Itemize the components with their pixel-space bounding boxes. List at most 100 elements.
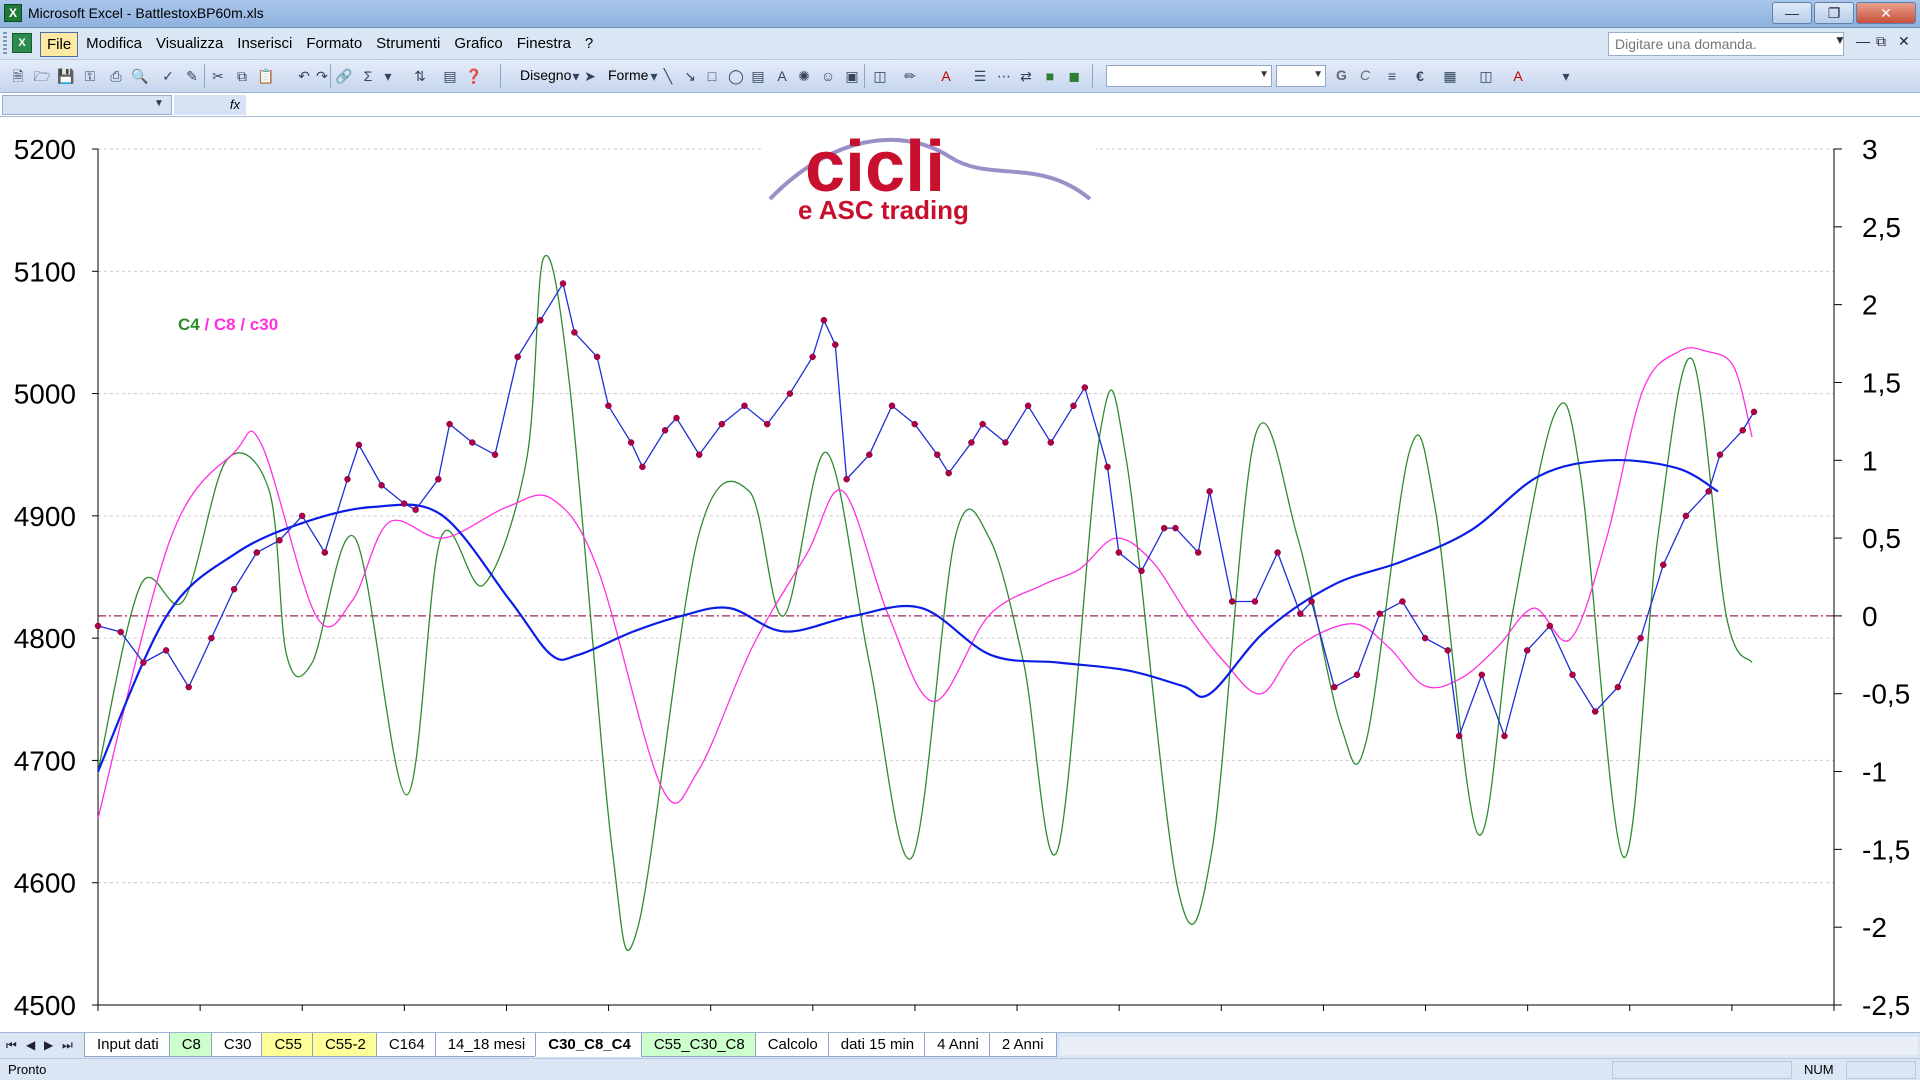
- clipart-icon[interactable]: ☺: [818, 66, 838, 86]
- sheet-tab[interactable]: dati 15 min: [827, 1033, 928, 1057]
- font-size-arrow-icon[interactable]: ▼: [1313, 69, 1323, 80]
- wordart-icon[interactable]: A: [772, 66, 792, 86]
- rectangle-tool-icon[interactable]: □: [702, 66, 722, 86]
- undo-icon[interactable]: ↶: [294, 66, 314, 86]
- open-folder-icon[interactable]: 🗁: [32, 66, 52, 86]
- menu-modifica[interactable]: Modifica: [80, 32, 148, 57]
- save-icon[interactable]: 💾: [56, 66, 76, 86]
- research-icon[interactable]: ✎: [182, 66, 202, 86]
- autosum-icon[interactable]: Σ: [358, 66, 378, 86]
- name-box[interactable]: [2, 95, 172, 115]
- maximize-button[interactable]: ❐: [1814, 2, 1854, 24]
- sheet-tab[interactable]: 4 Anni: [924, 1033, 992, 1057]
- sheet-tab[interactable]: C55_C30_C8: [640, 1033, 758, 1057]
- ask-question-input[interactable]: Digitare una domanda.: [1608, 32, 1844, 56]
- hyperlink-icon[interactable]: 🔗: [334, 66, 354, 86]
- copy-icon[interactable]: ⧉: [232, 66, 252, 86]
- sheet-tab[interactable]: Calcolo: [754, 1033, 831, 1057]
- horizontal-scrollbar[interactable]: [1060, 1037, 1918, 1055]
- menu-file[interactable]: File: [40, 32, 79, 57]
- paste-icon[interactable]: 📋: [256, 66, 276, 86]
- autosum-dropdown-icon[interactable]: ▾: [378, 66, 398, 86]
- arrow-tool-icon[interactable]: ↘: [680, 66, 700, 86]
- print-icon[interactable]: ⎙: [106, 66, 126, 86]
- font-color-icon[interactable]: A: [936, 66, 956, 86]
- price-marker: [344, 475, 351, 483]
- workbook-icon[interactable]: X: [12, 33, 32, 53]
- redo-icon[interactable]: ↷: [312, 66, 332, 86]
- prev-sheet-icon[interactable]: ◀: [26, 1038, 35, 1052]
- oval-tool-icon[interactable]: ◯: [726, 66, 746, 86]
- align-icon[interactable]: ≡: [1382, 66, 1402, 86]
- line-tool-icon[interactable]: ╲: [658, 66, 678, 86]
- mdi-restore-icon[interactable]: ⧉: [1876, 33, 1886, 50]
- cut-icon[interactable]: ✂: [208, 66, 228, 86]
- fill-color-icon[interactable]: ◫: [870, 66, 890, 86]
- permission-icon[interactable]: ⚿: [80, 66, 100, 86]
- textbox-tool-icon[interactable]: ▤: [748, 66, 768, 86]
- menu-grafico[interactable]: Grafico: [448, 32, 508, 57]
- mdi-minimize-icon[interactable]: —: [1856, 33, 1870, 49]
- excel-app-icon[interactable]: X: [4, 4, 22, 22]
- font-name-arrow-icon[interactable]: ▼: [1259, 69, 1269, 80]
- price-marker: [593, 353, 601, 361]
- line-color-icon[interactable]: ✏: [900, 66, 920, 86]
- name-box-arrow-icon[interactable]: ▼: [154, 98, 164, 109]
- euro-icon[interactable]: €: [1410, 66, 1430, 86]
- borders-icon[interactable]: ▦: [1440, 66, 1460, 86]
- menu-formato[interactable]: Formato: [300, 32, 368, 57]
- menu-inserisci[interactable]: Inserisci: [231, 32, 298, 57]
- menu-finestra[interactable]: Finestra: [511, 32, 577, 57]
- help-icon[interactable]: ❓: [464, 66, 484, 86]
- next-sheet-icon[interactable]: ▶: [44, 1038, 53, 1052]
- font-color-2-icon[interactable]: A: [1508, 66, 1528, 86]
- line-style-icon[interactable]: ☰: [970, 66, 990, 86]
- sheet-tab[interactable]: C55: [261, 1033, 315, 1057]
- toolbar-options-icon[interactable]: ▾: [1556, 66, 1576, 86]
- draw-menu-button[interactable]: Disegno: [520, 67, 571, 83]
- minimize-button[interactable]: —: [1772, 2, 1812, 24]
- close-button[interactable]: ✕: [1856, 2, 1916, 24]
- font-name-combo[interactable]: ▼: [1106, 65, 1272, 87]
- sheet-tab[interactable]: C8: [168, 1033, 214, 1057]
- new-document-icon[interactable]: 🗎: [8, 66, 28, 86]
- last-sheet-icon[interactable]: ⏭: [62, 1038, 73, 1053]
- sort-icon[interactable]: ⇅: [410, 66, 430, 86]
- menubar-grip[interactable]: [3, 32, 7, 56]
- menu-help[interactable]: ?: [579, 32, 599, 57]
- chart-wizard-icon[interactable]: ▤: [440, 66, 460, 86]
- y-right-tick-label: -1: [1862, 757, 1887, 788]
- price-marker: [1739, 427, 1746, 434]
- spelling-icon[interactable]: ✓: [158, 66, 178, 86]
- arrow-style-icon[interactable]: ⇄: [1016, 66, 1036, 86]
- first-sheet-icon[interactable]: ⏮: [6, 1038, 17, 1053]
- shapes-menu-button[interactable]: Forme: [608, 67, 648, 83]
- shadow-style-icon[interactable]: ■: [1040, 66, 1060, 86]
- diagram-icon[interactable]: ✺: [794, 66, 814, 86]
- menu-visualizza[interactable]: Visualizza: [150, 32, 229, 57]
- sheet-tab[interactable]: 14_18 mesi: [434, 1033, 539, 1057]
- fill-color-2-icon[interactable]: ◫: [1476, 66, 1496, 86]
- sheet-tab[interactable]: 2 Anni: [988, 1033, 1057, 1057]
- picture-icon[interactable]: ▣: [842, 66, 862, 86]
- annotation-c8-c30: C8 / c30: [214, 315, 278, 334]
- price-marker: [718, 420, 726, 428]
- font-size-combo[interactable]: ▼: [1276, 65, 1326, 87]
- sheet-tab[interactable]: C55-2: [311, 1033, 379, 1057]
- fx-icon[interactable]: fx: [174, 95, 246, 115]
- dash-style-icon[interactable]: ⋯: [994, 66, 1014, 86]
- ask-dropdown-arrow-icon[interactable]: ▼: [1834, 33, 1846, 47]
- 3d-style-icon[interactable]: ◼: [1064, 66, 1084, 86]
- sheet-tab[interactable]: C30_C8_C4: [535, 1033, 644, 1057]
- sheet-tab[interactable]: Input dati: [84, 1033, 172, 1057]
- italic-button[interactable]: C: [1360, 67, 1370, 83]
- bold-button[interactable]: G: [1336, 67, 1347, 83]
- mdi-close-icon[interactable]: ✕: [1898, 33, 1910, 50]
- menu-strumenti[interactable]: Strumenti: [370, 32, 446, 57]
- sheet-tab[interactable]: C30: [210, 1033, 265, 1057]
- sheet-tab[interactable]: C164: [375, 1033, 438, 1057]
- chart-plot[interactable]: 5200 5100 5000 4900 4800 4700 4600 4500 3 2,5 2 1,5…: [0, 117, 1920, 1032]
- print-preview-icon[interactable]: 🔍: [130, 66, 150, 86]
- chart-sheet[interactable]: 5200 5100 5000 4900 4800 4700 4600 4500 3 2,5 2 1,5…: [0, 117, 1920, 1032]
- select-pointer-icon[interactable]: ➤: [580, 66, 600, 86]
